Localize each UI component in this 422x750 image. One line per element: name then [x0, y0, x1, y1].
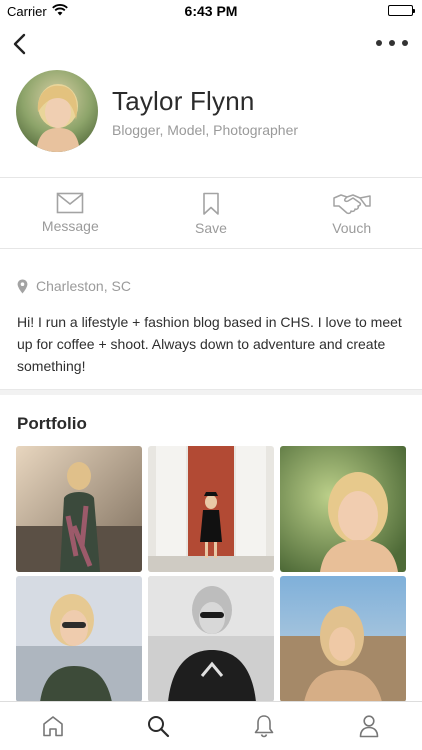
tab-home[interactable] [0, 702, 106, 750]
status-time: 6:43 PM [184, 3, 238, 19]
section-divider [0, 389, 422, 395]
bio-text: Hi! I run a lifestyle + fashion blog bas… [17, 314, 402, 374]
portfolio-photo-4[interactable] [16, 576, 142, 702]
tab-search[interactable] [106, 702, 212, 750]
vouch-label: Vouch [332, 220, 372, 236]
portfolio-photo-5[interactable] [148, 576, 274, 702]
profile-tagline: Blogger, Model, Photographer [112, 122, 299, 138]
more-horizontal-icon [376, 40, 382, 46]
home-icon [42, 716, 63, 737]
message-label: Message [41, 218, 99, 234]
portfolio-title: Portfolio [17, 414, 87, 433]
profile-name: Taylor Flynn [112, 86, 255, 116]
status-bar: Carrier 6:43 PM [0, 0, 422, 22]
portfolio-photo-6[interactable] [280, 576, 406, 702]
back-button[interactable] [8, 28, 36, 60]
bell-icon [254, 715, 274, 738]
user-icon [359, 715, 379, 738]
portfolio-photo-1[interactable] [16, 446, 142, 572]
more-options-button[interactable] [376, 36, 408, 50]
message-button[interactable]: Message [0, 178, 141, 248]
divider [0, 248, 422, 249]
portfolio-photo-2[interactable] [148, 446, 274, 572]
handshake-icon [332, 194, 371, 215]
location: Charleston, SC [17, 278, 131, 294]
action-bar: Message Save Vouch [0, 178, 422, 248]
chevron-left-icon [13, 33, 26, 55]
battery-icon [388, 5, 415, 16]
tab-notifications[interactable] [211, 702, 317, 750]
portfolio-photo-3[interactable] [280, 446, 406, 572]
map-pin-icon [17, 279, 28, 293]
navigation-bar [0, 22, 422, 66]
location-text: Charleston, SC [36, 278, 131, 294]
profile-header: Taylor Flynn Blogger, Model, Photographe… [0, 70, 422, 170]
bookmark-icon [203, 192, 219, 215]
envelope-icon [57, 192, 84, 214]
save-button[interactable]: Save [141, 178, 282, 248]
search-icon [148, 716, 170, 738]
tab-bar [0, 701, 422, 750]
vouch-button[interactable]: Vouch [281, 178, 422, 248]
save-label: Save [195, 220, 227, 236]
tab-profile[interactable] [317, 702, 422, 750]
avatar[interactable] [16, 70, 98, 152]
